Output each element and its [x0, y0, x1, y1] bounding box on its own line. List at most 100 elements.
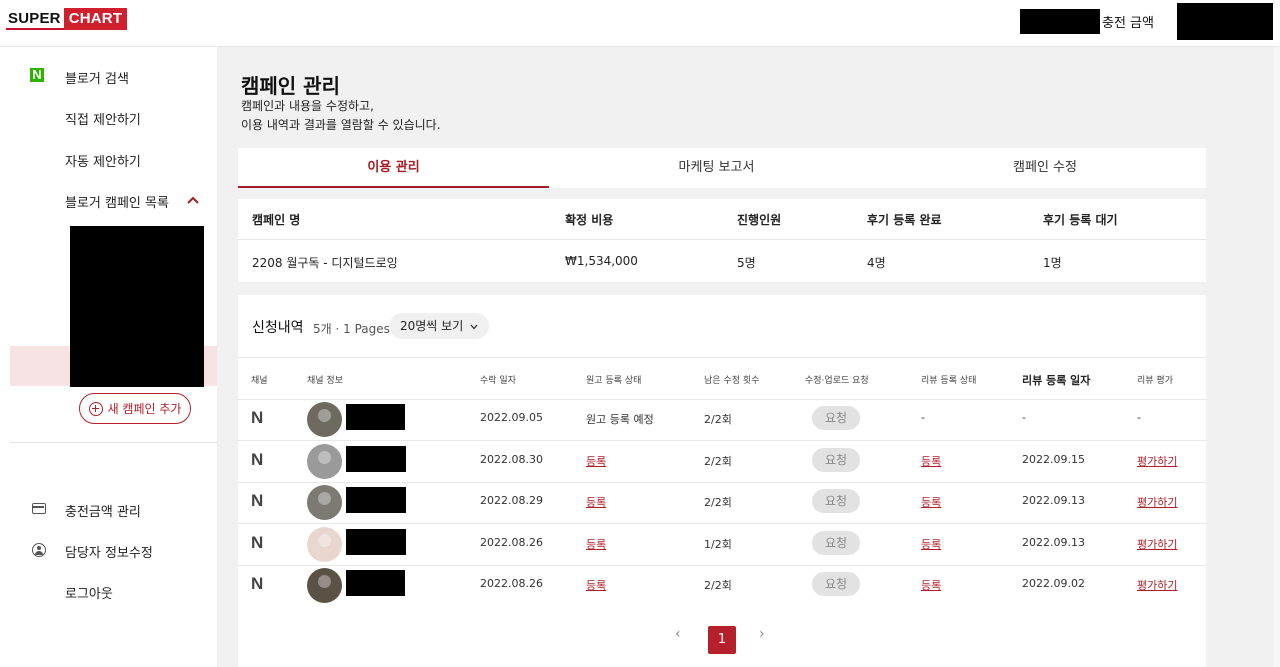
applications-meta: 5개 · 1 Pages	[313, 322, 390, 336]
logo[interactable]: SUPER CHART	[6, 8, 128, 30]
redacted-balance	[1020, 9, 1100, 34]
remaining-edits: 2/2회	[704, 413, 732, 426]
page-title: 캠페인 관리	[241, 74, 340, 98]
card-icon	[32, 503, 46, 514]
redacted-blogger-name[interactable]	[346, 404, 405, 430]
redacted-account[interactable]	[1177, 3, 1273, 40]
pagination-next-icon[interactable]: ›	[759, 626, 765, 642]
plus-circle-icon	[88, 401, 103, 416]
review-link[interactable]: 등록	[921, 494, 941, 510]
review-date: 2022.09.15	[1022, 453, 1085, 466]
sidebar-item-campaign-list[interactable]: 블로거 캠페인 목록	[65, 192, 169, 211]
naver-blog-icon: N	[251, 533, 264, 552]
table-row: N 2022.08.26 등록 1/2회 요청 등록 2022.09.13 평가…	[238, 524, 1206, 565]
page-description-line2: 이용 내역과 결과를 열람할 수 있습니다.	[241, 118, 441, 132]
draft-link[interactable]: 등록	[586, 494, 606, 510]
col-header-channel: 채널	[251, 376, 268, 386]
summary-value-review-done: 4명	[867, 256, 886, 270]
review-link[interactable]: 등록	[921, 536, 941, 552]
naver-blog-icon: N	[251, 408, 264, 427]
draft-link[interactable]: 등록	[586, 536, 606, 552]
accepted-date: 2022.08.29	[480, 494, 543, 507]
avatar	[307, 444, 342, 479]
request-button[interactable]: 요청	[812, 448, 860, 472]
top-bar: SUPER CHART 충전 금액	[0, 0, 1280, 47]
draft-status: 원고 등록 예정	[586, 413, 654, 426]
rate-link[interactable]: 평가하기	[1137, 494, 1177, 510]
chevron-up-icon[interactable]	[186, 195, 200, 205]
campaign-summary: 캠페인 명 확정 비용 진행인원 후기 등록 완료 후기 등록 대기 2208 …	[238, 199, 1206, 282]
request-button[interactable]: 요청	[812, 489, 860, 513]
logo-super: SUPER	[6, 8, 64, 30]
review-link[interactable]: 등록	[921, 453, 941, 469]
avatar	[307, 527, 342, 562]
redacted-blogger-name[interactable]	[346, 446, 406, 472]
col-header-channel-info: 채널 정보	[307, 376, 343, 386]
remaining-edits: 2/2회	[704, 496, 732, 509]
per-page-select[interactable]: 20명씩 보기	[389, 313, 490, 339]
rate-link[interactable]: 평가하기	[1137, 536, 1177, 552]
rate-link[interactable]: 평가하기	[1137, 577, 1177, 593]
naver-n-icon: N	[30, 68, 44, 82]
logo-chart: CHART	[63, 8, 128, 30]
sidebar-item-direct-proposal[interactable]: 직접 제안하기	[65, 109, 141, 128]
rate-link[interactable]: 평가하기	[1137, 453, 1177, 469]
page-description-line1: 캠페인과 내용을 수정하고,	[241, 99, 374, 113]
review-link[interactable]: 등록	[921, 577, 941, 593]
sidebar-item-logout[interactable]: 로그아웃	[65, 583, 113, 602]
col-header-remaining-edits: 남은 수정 횟수	[704, 376, 760, 386]
remaining-edits: 2/2회	[704, 579, 732, 592]
sidebar-item-manager-info[interactable]: 담당자 정보수정	[65, 542, 153, 561]
accepted-date: 2022.08.26	[480, 536, 543, 549]
request-button[interactable]: 요청	[812, 531, 860, 555]
summary-header-review-waiting: 후기 등록 대기	[1043, 213, 1118, 227]
col-header-edit-request: 수정·업로드 요청	[805, 376, 869, 386]
table-row: N 2022.08.26 등록 2/2회 요청 등록 2022.09.02 평가…	[238, 565, 1206, 606]
user-icon	[32, 543, 46, 557]
summary-value-name: 2208 월구독 - 디지털드로잉	[252, 256, 398, 270]
sidebar-item-auto-proposal[interactable]: 자동 제안하기	[65, 151, 141, 170]
summary-header-review-done: 후기 등록 완료	[867, 213, 942, 227]
page-scrollbar[interactable]	[1274, 47, 1280, 667]
draft-link[interactable]: 등록	[586, 453, 606, 469]
applications-title: 신청내역	[252, 320, 304, 336]
sidebar: N 블로거 검색 직접 제안하기 자동 제안하기 블로거 캠페인 목록 새 캠페…	[0, 47, 217, 667]
tab-marketing-report[interactable]: 마케팅 보고서	[549, 148, 884, 188]
redacted-blogger-name[interactable]	[346, 570, 405, 596]
summary-value-review-waiting: 1명	[1043, 256, 1062, 270]
review-date: 2022.09.13	[1022, 536, 1085, 549]
avatar	[307, 402, 342, 437]
review-date: -	[1022, 411, 1026, 424]
col-header-review-status: 리뷰 등록 상태	[921, 376, 977, 386]
sidebar-item-charge-manage[interactable]: 충전금액 관리	[65, 501, 141, 520]
remaining-edits: 2/2회	[704, 455, 732, 468]
redacted-campaign-list[interactable]	[70, 226, 204, 387]
accepted-date: 2022.08.30	[480, 453, 543, 466]
accepted-date: 2022.08.26	[480, 577, 543, 590]
pagination-page-button[interactable]: 1	[708, 626, 736, 654]
redacted-blogger-name[interactable]	[346, 487, 406, 513]
campaign-tabs: 이용 관리 마케팅 보고서 캠페인 수정	[238, 148, 1206, 188]
draft-link[interactable]: 등록	[586, 577, 606, 593]
naver-blog-icon: N	[251, 450, 264, 469]
sidebar-item-blogger-search[interactable]: 블로거 검색	[65, 68, 129, 87]
applications-panel: 신청내역 5개 · 1 Pages 20명씩 보기 채널 채널 정보 수락 일자…	[238, 295, 1206, 667]
request-button[interactable]: 요청	[812, 406, 860, 430]
redacted-blogger-name[interactable]	[346, 529, 406, 555]
new-campaign-label: 새 캠페인 추가	[107, 402, 182, 416]
accepted-date: 2022.09.05	[480, 411, 543, 424]
tab-usage[interactable]: 이용 관리	[238, 148, 549, 188]
naver-blog-icon: N	[251, 574, 264, 593]
request-button[interactable]: 요청	[812, 572, 860, 596]
summary-header-name: 캠페인 명	[252, 213, 301, 227]
review-date: 2022.09.02	[1022, 577, 1085, 590]
naver-blog-icon: N	[251, 491, 264, 510]
charge-amount-label[interactable]: 충전 금액	[1102, 12, 1154, 31]
new-campaign-button[interactable]: 새 캠페인 추가	[79, 393, 191, 424]
review-date: 2022.09.13	[1022, 494, 1085, 507]
sidebar-divider	[10, 442, 217, 443]
pagination-prev-icon[interactable]: ‹	[675, 626, 681, 642]
col-header-draft-status: 원고 등록 상태	[586, 376, 642, 386]
tab-campaign-edit[interactable]: 캠페인 수정	[884, 148, 1206, 188]
col-header-review-date[interactable]: 리뷰 등록 일자	[1022, 372, 1090, 388]
